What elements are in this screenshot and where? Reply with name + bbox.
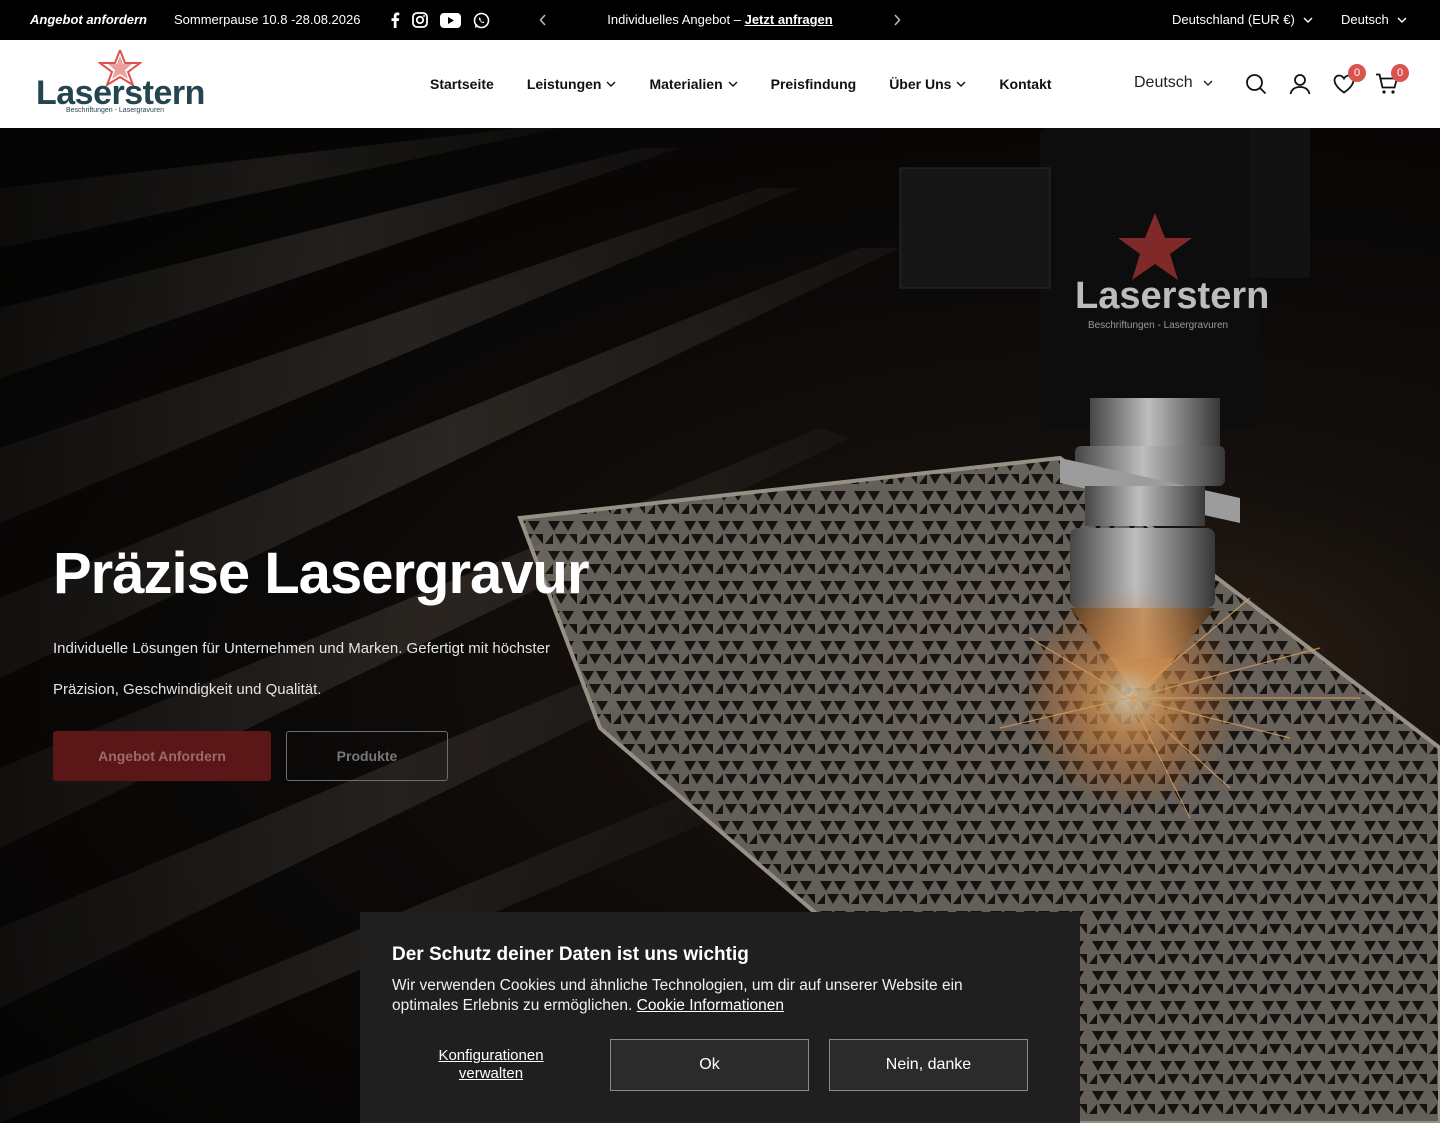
facebook-icon[interactable] xyxy=(390,10,400,30)
cookie-info-link[interactable]: Cookie Informationen xyxy=(637,997,784,1014)
promo-text: Individuelles Angebot – xyxy=(607,12,745,27)
logo[interactable]: Laserstern Beschriftungen - Lasergravure… xyxy=(36,50,205,118)
site-header: Laserstern Beschriftungen - Lasergravure… xyxy=(0,40,1440,128)
nav-label: Materialien xyxy=(649,76,723,92)
promo-prev-arrow[interactable] xyxy=(536,11,550,29)
announcement-bar: Angebot anfordern Sommerpause 10.8 -28.0… xyxy=(0,0,1440,40)
chevron-down-icon xyxy=(1303,17,1313,23)
nav-item-ueber-uns[interactable]: Über Uns xyxy=(889,76,966,92)
products-button[interactable]: Produkte xyxy=(286,731,448,781)
nav-item-materialien[interactable]: Materialien xyxy=(649,76,738,92)
nav-label: Leistungen xyxy=(526,76,602,92)
nav-label: Preisfindung xyxy=(770,76,857,92)
nav-label: Startseite xyxy=(430,76,494,92)
topbar-language-selector[interactable]: Deutsch xyxy=(1341,12,1407,27)
instagram-icon[interactable] xyxy=(412,10,428,30)
country-selector-label: Deutschland (EUR €) xyxy=(1172,12,1295,27)
logo-tagline: Beschriftungen - Lasergravuren xyxy=(66,107,165,114)
nav-item-kontakt[interactable]: Kontakt xyxy=(999,76,1051,92)
chevron-down-icon xyxy=(1397,17,1407,23)
wishlist-icon[interactable]: 0 xyxy=(1332,64,1366,96)
cookie-accept-button[interactable]: Ok xyxy=(610,1039,809,1091)
country-selector[interactable]: Deutschland (EUR €) xyxy=(1172,12,1313,27)
youtube-icon[interactable] xyxy=(440,10,461,30)
request-quote-link[interactable]: Angebot anfordern xyxy=(30,12,147,27)
header-language-selector[interactable]: Deutsch xyxy=(1134,74,1213,92)
cart-count-badge: 0 xyxy=(1391,64,1409,82)
chevron-down-icon xyxy=(606,81,616,87)
manage-configuration-link[interactable]: Konfigurationen verwalten xyxy=(435,1047,547,1083)
cart-icon[interactable]: 0 xyxy=(1375,64,1409,96)
logo-wordmark: Laserstern xyxy=(36,74,205,112)
promo-link[interactable]: Jetzt anfragen xyxy=(745,12,833,27)
nav-item-preisfindung[interactable]: Preisfindung xyxy=(771,76,857,92)
cookie-text: Wir verwenden Cookies und ähnliche Techn… xyxy=(392,976,1032,1016)
hero-subtitle: Individuelle Lösungen für Unternehmen un… xyxy=(53,640,550,698)
account-icon[interactable] xyxy=(1288,72,1312,96)
cookie-title: Der Schutz deiner Daten ist uns wichtig xyxy=(392,944,749,965)
chevron-down-icon xyxy=(1203,80,1213,86)
wishlist-count-badge: 0 xyxy=(1348,64,1366,82)
cookie-decline-button[interactable]: Nein, danke xyxy=(829,1039,1028,1091)
nav-item-leistungen[interactable]: Leistungen xyxy=(527,76,617,92)
main-navigation: Startseite Leistungen Materialien Preisf… xyxy=(430,40,1052,128)
whatsapp-icon[interactable] xyxy=(473,10,490,30)
hero-title: Präzise Lasergravur xyxy=(53,541,590,606)
chevron-down-icon xyxy=(956,81,966,87)
nav-label: Über Uns xyxy=(889,76,952,92)
request-quote-button[interactable]: Angebot Anfordern xyxy=(53,731,271,781)
promo-next-arrow[interactable] xyxy=(890,11,904,29)
search-icon[interactable] xyxy=(1244,72,1268,96)
promo-message: Individuelles Angebot – Jetzt anfragen xyxy=(560,12,880,27)
social-links xyxy=(390,10,490,30)
topbar-language-label: Deutsch xyxy=(1341,12,1389,27)
header-language-label: Deutsch xyxy=(1134,74,1193,91)
cookie-consent-dialog: Der Schutz deiner Daten ist uns wichtig … xyxy=(360,912,1080,1123)
chevron-down-icon xyxy=(728,81,738,87)
holiday-notice: Sommerpause 10.8 -28.08.2026 xyxy=(174,12,361,27)
nav-label: Kontakt xyxy=(999,76,1052,92)
nav-item-startseite[interactable]: Startseite xyxy=(430,76,494,92)
